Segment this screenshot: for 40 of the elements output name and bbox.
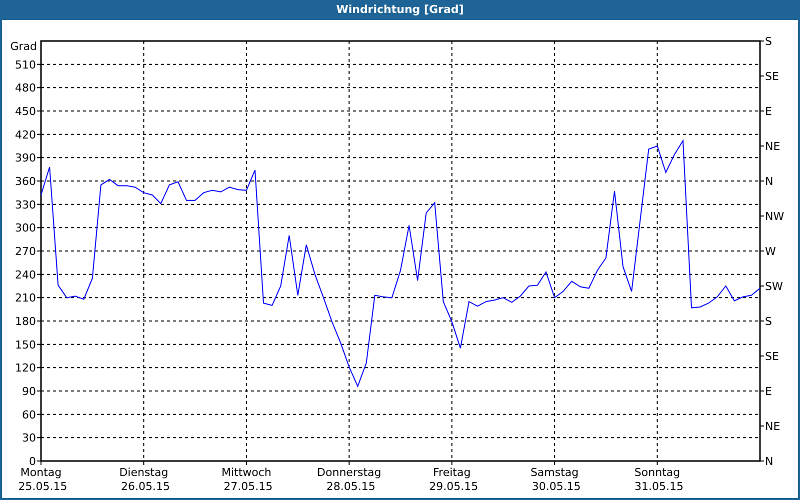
- x-tick-label: Dienstag 26.05.15: [119, 466, 170, 493]
- x-tick-label: Sonntag 31.05.15: [634, 466, 684, 493]
- y-tick-label: 0: [29, 455, 36, 468]
- y-tick-label: 240: [15, 268, 36, 282]
- y-tick-label: 60: [22, 408, 36, 422]
- compass-label: E: [765, 105, 772, 118]
- compass-label: S: [765, 35, 772, 48]
- y-tick-label: 480: [15, 82, 36, 95]
- compass-label: E: [765, 385, 772, 398]
- compass-label: NW: [765, 210, 784, 223]
- y-tick-label: 120: [15, 362, 36, 375]
- compass-label: N: [765, 175, 774, 188]
- y-tick-label: 180: [15, 315, 36, 328]
- x-tick-label: Mittwoch 27.05.15: [221, 466, 273, 493]
- y-tick-label: 150: [15, 338, 36, 352]
- y-tick-label: 270: [15, 245, 36, 258]
- compass-label: SW: [765, 280, 783, 293]
- x-tick-label: Donnerstag 28.05.15: [317, 466, 382, 493]
- y-tick-label: 30: [22, 432, 36, 445]
- compass-label: SE: [765, 70, 779, 83]
- chart-title: Windrichtung [Grad]: [336, 2, 464, 18]
- compass-label: W: [765, 245, 776, 258]
- y-tick-label: 90: [22, 385, 36, 398]
- x-tick-label: Montag 25.05.15: [18, 466, 68, 493]
- compass-label: S: [765, 315, 772, 328]
- y-tick-label: 300: [15, 222, 36, 235]
- y-tick-label: 420: [15, 128, 36, 142]
- y-axis-label: Grad: [10, 40, 37, 53]
- compass-label: NE: [765, 420, 780, 433]
- compass-label: NE: [765, 140, 780, 153]
- y-tick-label: 390: [15, 152, 36, 165]
- compass-label: N: [765, 455, 774, 468]
- compass-label: SE: [765, 350, 779, 363]
- x-tick-label: Freitag 29.05.15: [429, 466, 478, 493]
- y-tick-label: 510: [15, 58, 36, 72]
- y-tick-label: 330: [15, 198, 36, 212]
- x-tick-label: Samstag 30.05.15: [530, 466, 581, 493]
- y-tick-label: 450: [15, 105, 36, 118]
- y-tick-label: 210: [15, 292, 36, 305]
- y-tick-label: 360: [15, 175, 36, 188]
